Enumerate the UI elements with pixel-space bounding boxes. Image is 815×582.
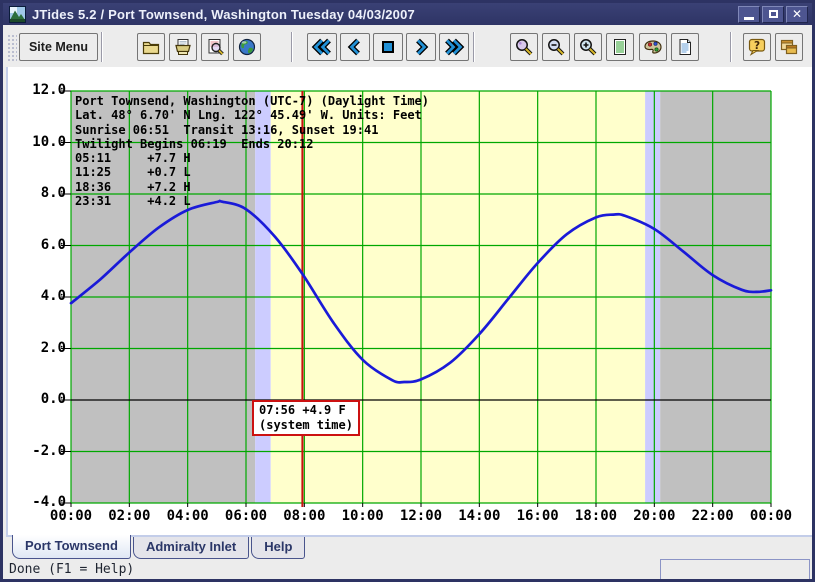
toolbar: Site Menu xyxy=(3,25,812,67)
minimize-button[interactable] xyxy=(738,6,760,23)
window-title: JTides 5.2 / Port Townsend, Washington T… xyxy=(32,7,738,22)
minimize-icon xyxy=(744,17,754,20)
tab-bar: Port Townsend Admiralty Inlet Help xyxy=(6,535,815,559)
help-button[interactable]: ? xyxy=(743,33,771,61)
print-preview-icon xyxy=(205,37,225,57)
svg-text:?: ? xyxy=(754,40,760,52)
stop-button[interactable] xyxy=(373,33,403,61)
zoom-in-button[interactable] xyxy=(574,33,602,61)
zoom-reset-button[interactable] xyxy=(510,33,538,61)
tide-table-button[interactable] xyxy=(606,33,634,61)
colors-palette-button[interactable] xyxy=(639,33,667,61)
print-preview-button[interactable] xyxy=(201,33,229,61)
open-folder-button[interactable] xyxy=(137,33,165,61)
site-menu-button[interactable]: Site Menu xyxy=(19,33,98,61)
new-document-icon xyxy=(675,37,695,57)
toolbar-separator xyxy=(291,32,293,62)
zoom-out-button[interactable] xyxy=(542,33,570,61)
window-options-button[interactable] xyxy=(775,33,803,61)
chart-panel[interactable] xyxy=(6,67,815,535)
step-forward-icon xyxy=(411,37,431,57)
toolbar-separator xyxy=(730,32,732,62)
toolbar-grip[interactable] xyxy=(7,34,17,61)
maximize-button[interactable] xyxy=(762,6,784,23)
new-document-button[interactable] xyxy=(671,33,699,61)
tab-admiralty-inlet[interactable]: Admiralty Inlet xyxy=(133,537,249,559)
step-backward-icon xyxy=(345,37,365,57)
maximize-icon xyxy=(769,10,778,18)
jtides-window: JTides 5.2 / Port Townsend, Washington T… xyxy=(0,0,815,582)
step-forward-button[interactable] xyxy=(406,33,436,61)
world-button[interactable] xyxy=(233,33,261,61)
tab-port-townsend[interactable]: Port Townsend xyxy=(12,535,131,559)
tide-table-icon xyxy=(610,37,630,57)
tab-help[interactable]: Help xyxy=(251,537,305,559)
zoom-out-icon xyxy=(546,37,566,57)
open-folder-icon xyxy=(141,37,161,57)
step-backward-button[interactable] xyxy=(340,33,370,61)
fast-forward-icon xyxy=(443,37,465,57)
fast-forward-button[interactable] xyxy=(439,33,469,61)
fast-backward-icon xyxy=(311,37,333,57)
print-button[interactable] xyxy=(169,33,197,61)
window-options-icon xyxy=(779,37,799,57)
fast-backward-button[interactable] xyxy=(307,33,337,61)
help-icon: ? xyxy=(747,37,767,57)
print-icon xyxy=(173,37,193,57)
status-bar: Done (F1 = Help) xyxy=(3,559,812,582)
status-message: Done (F1 = Help) xyxy=(9,562,134,577)
status-field xyxy=(660,559,810,580)
toolbar-separator xyxy=(101,32,103,62)
zoom-reset-icon xyxy=(514,37,534,57)
world-icon xyxy=(237,37,257,57)
colors-palette-icon xyxy=(643,37,663,57)
app-icon xyxy=(9,6,26,23)
zoom-in-icon xyxy=(578,37,598,57)
close-button[interactable]: ✕ xyxy=(786,6,808,23)
titlebar[interactable]: JTides 5.2 / Port Townsend, Washington T… xyxy=(3,3,812,25)
stop-icon xyxy=(378,37,398,57)
close-icon: ✕ xyxy=(792,8,802,20)
toolbar-separator xyxy=(473,32,475,62)
